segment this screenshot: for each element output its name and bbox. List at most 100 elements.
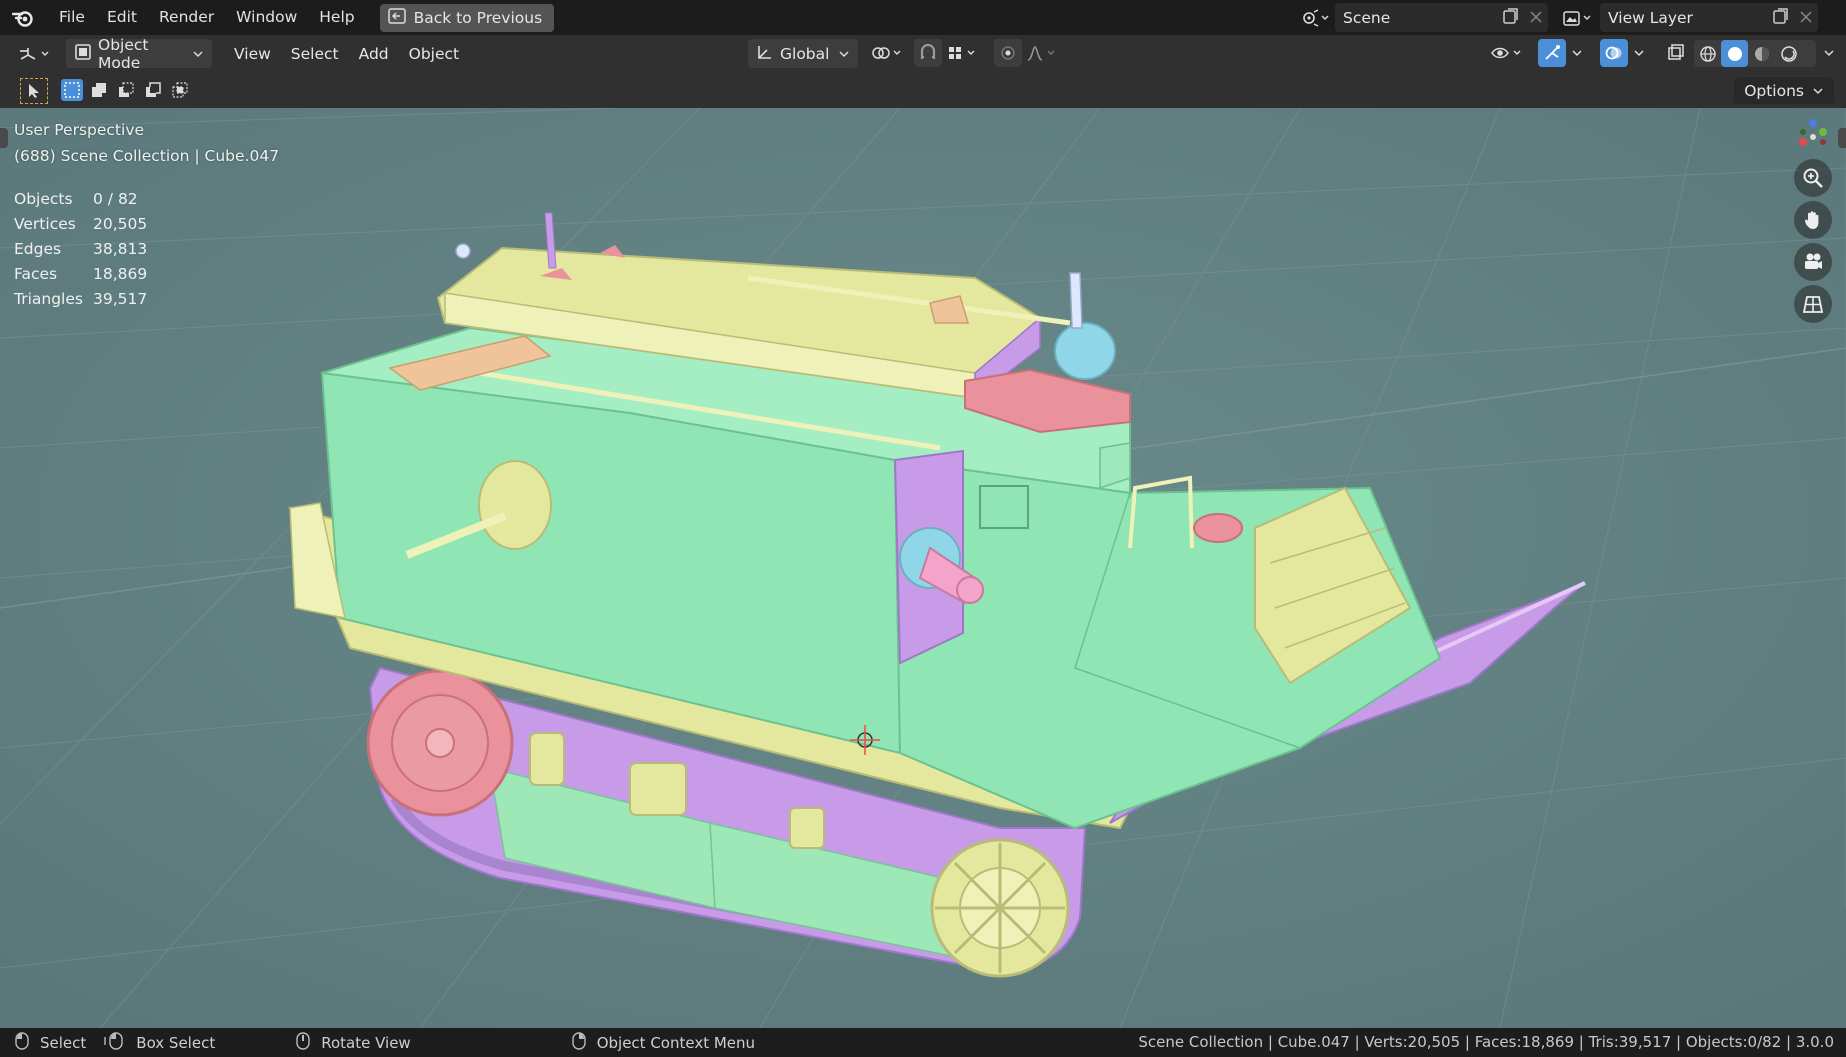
- mouse-middle-icon: [295, 1031, 311, 1055]
- viewport-scene: [0, 108, 1846, 1028]
- transform-orientation-icon: [756, 43, 774, 65]
- shading-solid-icon[interactable]: [1721, 40, 1748, 67]
- hand-icon[interactable]: [1794, 201, 1832, 239]
- sidebar-toggle-handle[interactable]: [1838, 128, 1846, 148]
- stat-label: Objects: [14, 189, 73, 208]
- stat-value: 39,517: [93, 289, 148, 308]
- stat-label: Faces: [14, 264, 58, 283]
- stat-row: Objects 0 / 82: [14, 186, 147, 211]
- snap-target-icon[interactable]: [944, 39, 984, 67]
- select-subtract-icon[interactable]: [115, 79, 137, 101]
- stat-row: Faces 18,869: [14, 261, 147, 286]
- header-menu-view[interactable]: View: [224, 45, 281, 63]
- select-invert-icon[interactable]: [142, 79, 164, 101]
- viewport-statistics: Objects 0 / 82 Vertices 20,505 Edges 38,813…: [14, 186, 147, 311]
- status-select-label: Select: [40, 1033, 87, 1052]
- mouse-right-icon: [571, 1031, 587, 1055]
- grid-icon[interactable]: [1794, 285, 1832, 323]
- axis-gizmo[interactable]: [1794, 118, 1832, 156]
- stat-label: Vertices: [14, 214, 76, 233]
- delete-scene-icon[interactable]: [1528, 7, 1544, 29]
- chevron-down-icon: [838, 45, 850, 63]
- transform-orientation-label: Global: [780, 44, 830, 63]
- stat-row: Vertices 20,505: [14, 211, 147, 236]
- status-scene-info: Scene Collection | Cube.047 | Verts:20,5…: [1138, 1033, 1834, 1051]
- overlay-dropdown-icon[interactable]: [1628, 39, 1650, 67]
- shading-render-icon[interactable]: [1775, 40, 1802, 67]
- stat-value: 38,813: [93, 239, 148, 258]
- snap-icon[interactable]: [914, 39, 942, 67]
- header-menu-select[interactable]: Select: [281, 45, 349, 63]
- object-mode-label: Object Mode: [98, 35, 149, 72]
- back-to-previous-button[interactable]: Back to Previous: [379, 3, 555, 32]
- scene-selector-group: Scene View Layer: [1295, 3, 1818, 32]
- stat-row: Triangles 39,517: [14, 286, 147, 311]
- gizmo-dropdown-icon[interactable]: [1566, 39, 1588, 67]
- shading-dropdown-icon[interactable]: [1818, 39, 1840, 67]
- status-select: Select: [14, 1031, 86, 1055]
- shading-wire-icon[interactable]: [1694, 40, 1721, 67]
- view-layer-icon[interactable]: [1556, 4, 1600, 32]
- menu-window[interactable]: Window: [225, 0, 308, 35]
- back-button-label: Back to Previous: [413, 8, 543, 27]
- proportional-falloff-icon[interactable]: [1024, 39, 1064, 67]
- visibility-icon[interactable]: [1488, 39, 1528, 67]
- view-layer-value: View Layer: [1608, 8, 1693, 27]
- status-rotate-view-label: Rotate View: [321, 1033, 411, 1052]
- menu-file[interactable]: File: [48, 0, 96, 35]
- select-new-icon[interactable]: [61, 79, 83, 101]
- view-layer-field[interactable]: View Layer: [1600, 3, 1818, 32]
- proportional-icon[interactable]: [994, 39, 1022, 67]
- stat-value: 20,505: [93, 214, 148, 233]
- options-dropdown[interactable]: Options: [1734, 77, 1834, 104]
- status-box-select: Box Select: [104, 1031, 215, 1055]
- options-label: Options: [1744, 81, 1804, 100]
- scene-icon[interactable]: [1295, 4, 1335, 32]
- header-menu-add[interactable]: Add: [349, 45, 399, 63]
- chevron-down-icon: [1812, 82, 1824, 100]
- stat-value: 0 / 82: [93, 189, 138, 208]
- object-mode-dropdown[interactable]: Object Mode: [66, 36, 212, 72]
- pivot-icon[interactable]: [868, 39, 908, 67]
- 3d-viewport[interactable]: User Perspective (688) Scene Collection …: [0, 108, 1846, 1028]
- viewport-collection-label: (688) Scene Collection | Cube.047: [14, 147, 280, 165]
- toolbar-toggle-handle[interactable]: [0, 128, 8, 148]
- shading-modes-group: [1694, 40, 1816, 67]
- object-mode-icon: [74, 43, 92, 65]
- shading-material-icon[interactable]: [1748, 40, 1775, 67]
- scene-name-field[interactable]: Scene: [1335, 3, 1548, 32]
- delete-view-layer-icon[interactable]: [1798, 7, 1814, 29]
- overlay-icon[interactable]: [1600, 39, 1628, 67]
- zoom-icon[interactable]: [1794, 159, 1832, 197]
- new-scene-icon[interactable]: [1502, 7, 1520, 29]
- top-menu-bar: File Edit Render Window Help Back to Pre…: [0, 0, 1846, 35]
- header-menu-object[interactable]: Object: [399, 45, 469, 63]
- editor-type-icon[interactable]: [14, 40, 56, 68]
- menu-render[interactable]: Render: [148, 0, 225, 35]
- chevron-down-icon: [192, 45, 204, 63]
- scene-name-value: Scene: [1343, 8, 1391, 27]
- viewport-header: Object Mode View Select Add Object Globa…: [0, 35, 1846, 72]
- mouse-drag-icon: [104, 1031, 126, 1055]
- select-tool-icon[interactable]: [20, 78, 48, 104]
- select-intersect-icon[interactable]: [169, 79, 191, 101]
- menu-help[interactable]: Help: [308, 0, 365, 35]
- status-context-menu-label: Object Context Menu: [596, 1033, 756, 1052]
- menu-edit[interactable]: Edit: [96, 0, 148, 35]
- status-rotate-view: Rotate View: [295, 1031, 411, 1055]
- stat-value: 18,869: [93, 264, 148, 283]
- xray-icon[interactable]: [1662, 39, 1690, 67]
- new-view-layer-icon[interactable]: [1772, 7, 1790, 29]
- gizmo-icon[interactable]: [1538, 39, 1566, 67]
- viewport-perspective-label: User Perspective: [14, 121, 145, 139]
- status-box-select-label: Box Select: [136, 1033, 216, 1052]
- transform-orientation-dropdown[interactable]: Global: [748, 39, 858, 68]
- stat-label: Triangles: [14, 289, 83, 308]
- back-icon: [387, 7, 406, 28]
- mouse-left-icon: [14, 1031, 30, 1055]
- stat-label: Edges: [14, 239, 62, 258]
- blender-logo-icon[interactable]: [12, 7, 34, 29]
- camera-icon[interactable]: [1794, 243, 1832, 281]
- status-bar: Select Box Select Rotate View Object Con…: [0, 1028, 1846, 1057]
- select-extend-icon[interactable]: [88, 79, 110, 101]
